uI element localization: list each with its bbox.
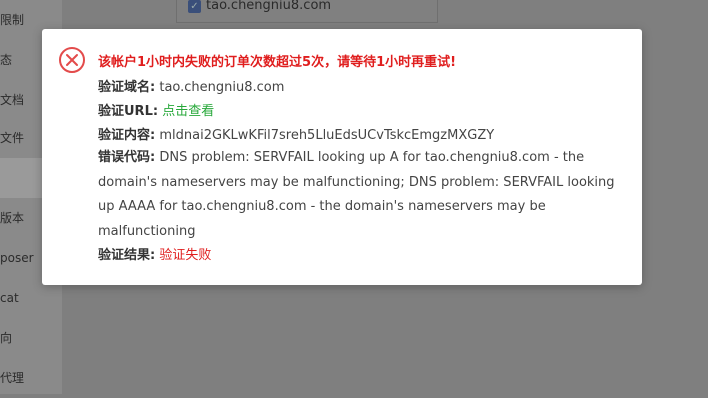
sidebar-item-proxy[interactable]: 代理 — [0, 358, 62, 398]
sidebar-item-label: 限制 — [0, 13, 25, 27]
sidebar-item-label: cat — [0, 291, 19, 305]
result-row: 验证结果: 验证失败 — [98, 244, 211, 263]
result-label: 验证结果: — [98, 248, 156, 263]
error-label: 错误代码: — [98, 150, 156, 165]
domain-row: 验证域名: tao.chengniu8.com — [98, 76, 284, 95]
content-value: mldnai2GKLwKFil7sreh5LluEdsUCvTskcEmgzMX… — [159, 128, 495, 143]
content-label: 验证内容: — [98, 128, 156, 143]
view-url-link[interactable]: 点击查看 — [162, 104, 214, 119]
sidebar-item-label: 代理 — [0, 371, 25, 385]
domain-checkbox[interactable]: ✓ — [188, 0, 201, 13]
sidebar-item-label: 态 — [0, 53, 13, 67]
domain-value: tao.chengniu8.com — [159, 80, 285, 95]
domain-checkbox-label: tao.chengniu8.com — [206, 0, 332, 13]
close-circle-icon — [59, 47, 85, 73]
sidebar-item-label: poser — [0, 251, 34, 265]
error-value: DNS problem: SERVFAIL looking up A for t… — [98, 150, 615, 239]
url-label: 验证URL: — [98, 104, 159, 119]
error-row: 错误代码: DNS problem: SERVFAIL looking up A… — [98, 146, 628, 244]
sidebar-item-label: 文件 — [0, 131, 25, 145]
sidebar-item-label: 向 — [0, 331, 13, 345]
url-row: 验证URL: 点击查看 — [98, 100, 214, 119]
result-value: 验证失败 — [159, 248, 212, 263]
sidebar-item-label: 文档 — [0, 93, 25, 107]
dialog-title: 该帐户1小时内失败的订单次数超过5次，请等待1小时再重试! — [98, 55, 457, 70]
sidebar-item-label: 版本 — [0, 211, 25, 225]
content-row: 验证内容: mldnai2GKLwKFil7sreh5LluEdsUCvTskc… — [98, 124, 494, 143]
error-dialog: 该帐户1小时内失败的订单次数超过5次，请等待1小时再重试! 验证域名: tao.… — [42, 29, 642, 285]
domain-label: 验证域名: — [98, 80, 156, 95]
sidebar-item-redirect[interactable]: 向 — [0, 318, 62, 358]
